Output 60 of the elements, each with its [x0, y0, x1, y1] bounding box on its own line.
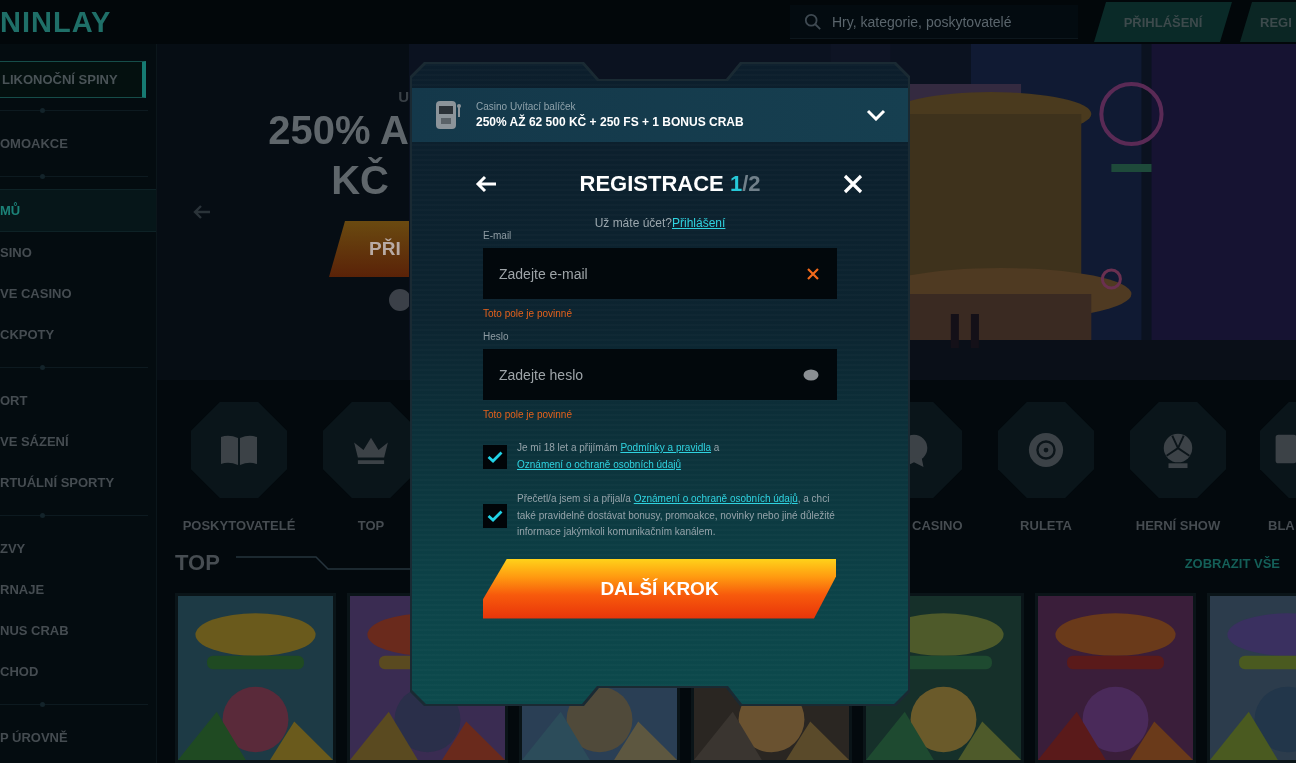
policy-link[interactable]: Oznámení o ochraně osobních údajů [517, 458, 681, 470]
back-icon[interactable] [475, 175, 497, 193]
sidebar-item[interactable]: SINO [0, 232, 156, 273]
sidebar-item[interactable]: ORT [0, 380, 156, 421]
next-step-button[interactable]: DALŠÍ KROK [483, 558, 836, 619]
see-all-link[interactable]: ZOBRAZIT VŠE [1184, 555, 1280, 571]
book-icon [219, 434, 259, 466]
checkbox[interactable] [483, 503, 507, 528]
clear-icon[interactable] [807, 267, 819, 280]
password-field[interactable]: Zadejte heslo [483, 349, 837, 400]
hero-button[interactable]: PŘI [329, 221, 409, 277]
consent-text: Je mi 18 let a přijímám Podmínky a pravidla a Oznámení o ochraně osobních údajů [517, 441, 721, 472]
sidebar-item[interactable]: OMOAKCE [0, 123, 156, 164]
category-label: RULETA [1020, 518, 1072, 533]
login-link[interactable]: Přihlášení [672, 216, 726, 230]
sidebar-item[interactable]: ZVY [0, 528, 156, 569]
category-label: CASINO [911, 518, 963, 533]
sidebar-item[interactable]: NUS CRAB [0, 610, 156, 651]
email-field[interactable]: Zadejte e-mail [483, 248, 837, 299]
sidebar-item[interactable]: RTUÁLNÍ SPORTY [0, 462, 156, 503]
sidebar-item[interactable]: CKPOTY [0, 314, 156, 355]
bonus-caption: Casino Uvítací balíček [476, 101, 577, 112]
category-label: BLA [1267, 518, 1295, 533]
hero-title: KČ [331, 156, 389, 204]
search-field[interactable]: Hry, kategorie, poskytovatelé [790, 5, 1078, 39]
arrow-left-icon[interactable] [193, 205, 211, 219]
hero-title: 250% A [268, 107, 409, 154]
policy-link[interactable]: Podmínky a pravidla [620, 442, 711, 453]
error-message: Toto pole je povinné [483, 409, 573, 420]
category-label: POSKYTOVATELÉ [182, 518, 296, 533]
logo[interactable]: NINLAY [0, 5, 112, 39]
field-label: Heslo [483, 331, 510, 342]
sidebar-item[interactable]: CHOD [0, 651, 156, 692]
checkmark-icon [487, 450, 503, 463]
slot-machine-icon [434, 99, 462, 131]
checkmark-icon [487, 509, 503, 522]
sidebar-item[interactable]: VE SÁZENÍ [0, 421, 156, 462]
eye-icon[interactable] [803, 368, 819, 381]
field-label: E-mail [483, 230, 513, 241]
sidebar-item[interactable]: MŮ [0, 189, 156, 232]
dialog-title: REGISTRACE 1/2 [579, 171, 761, 197]
login-prompt: Už máte účet? [594, 216, 672, 230]
checkbox[interactable] [483, 444, 507, 469]
category-label: HERNÍ SHOW [1135, 518, 1221, 533]
error-message: Toto pole je povinné [483, 308, 573, 319]
section-title: TOP [175, 550, 220, 576]
sidebar-item[interactable]: VE CASINO [0, 273, 156, 314]
consent-text: Přečetl/a jsem si a přijal/a Oznámení o ochraně osobních údajů, a chci také pravidelně dostávat bonusy, promoakce, novinky nebo jiné důležité informace jakýmkoli komunikačním kanálem. [517, 492, 836, 539]
chevron-icon[interactable] [866, 109, 886, 121]
payment-icon [389, 289, 411, 311]
sidebar-item[interactable]: RNAJE [0, 569, 156, 610]
search-icon [804, 13, 822, 31]
roulette-icon [1027, 431, 1065, 469]
category-label: TOP [357, 518, 385, 533]
bonus-banner[interactable]: Casino Uvítací balíček 250% AŽ 62 500 KČ + 250 FS + 1 BONUS CRAB [412, 88, 908, 142]
policy-link[interactable]: Oznámení o ochraně osobních údajů [633, 493, 798, 504]
bonus-title: 250% AŽ 62 500 KČ + 250 FS + 1 BONUS CRAB [476, 115, 745, 129]
close-icon[interactable] [843, 174, 863, 194]
promo-button[interactable]: LIKONOČNÍ SPINY [0, 61, 146, 98]
sidebar-item[interactable]: P ÚROVNĚ [0, 717, 156, 758]
